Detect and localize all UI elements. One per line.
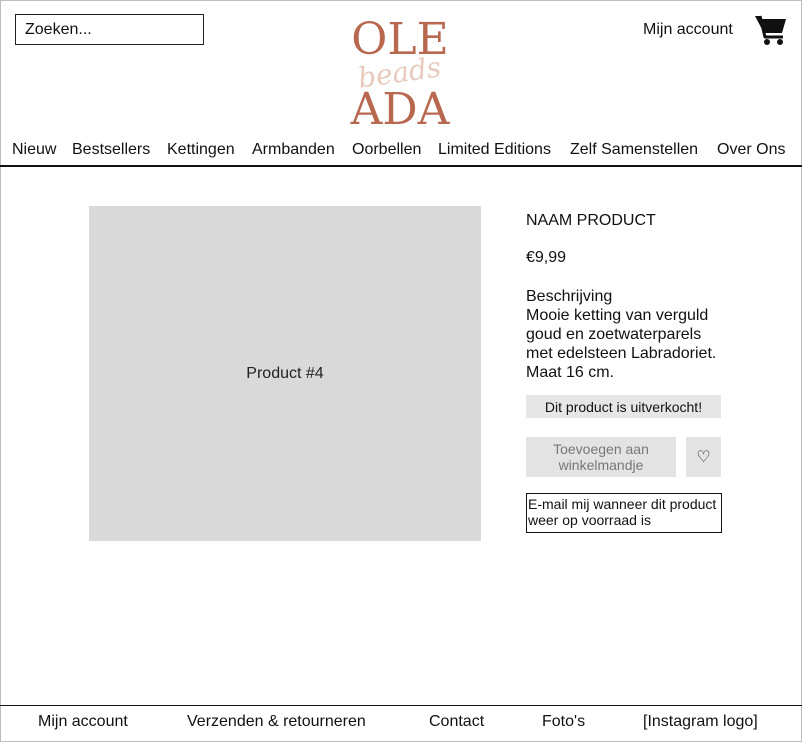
brand-logo[interactable]: OLE beads ADA [334,10,466,128]
nav-item-bestsellers[interactable]: Bestsellers [72,141,150,159]
shopping-cart-icon[interactable] [754,14,788,46]
footer-link-account[interactable]: Mijn account [38,713,128,731]
product-name: NAAM PRODUCT [526,212,656,229]
footer-link-photos[interactable]: Foto's [542,713,585,731]
logo-line2: ADA [350,84,451,128]
product-price: €9,99 [526,249,567,266]
account-link[interactable]: Mijn account [643,21,733,39]
add-to-cart-button[interactable]: Toevoegen aan winkelmandje [526,437,676,477]
product-description: Beschrijving Mooie ketting van verguld g… [526,287,726,382]
search-input[interactable] [15,14,204,45]
product-image-label: Product #4 [246,364,324,382]
nav-item-over-ons[interactable]: Over Ons [717,141,785,159]
nav-item-nieuw[interactable]: Nieuw [12,141,56,159]
notify-me-button[interactable]: E-mail mij wanneer dit product weer op v… [526,493,722,533]
nav-item-kettingen[interactable]: Kettingen [167,141,235,159]
nav-item-zelf-samenstellen[interactable]: Zelf Samenstellen [570,141,698,159]
footer-divider [0,705,802,706]
product-image: Product #4 [89,206,481,541]
nav-item-oorbellen[interactable]: Oorbellen [352,141,421,159]
heart-icon: ♡ [696,449,711,466]
footer-link-instagram[interactable]: [Instagram logo] [643,713,758,731]
description-title: Beschrijving [526,288,613,305]
nav-item-armbanden[interactable]: Armbanden [252,141,335,159]
footer-link-contact[interactable]: Contact [429,713,484,731]
soldout-badge: Dit product is uitverkocht! [526,395,721,418]
nav-item-limited-editions[interactable]: Limited Editions [438,141,551,159]
footer-link-shipping[interactable]: Verzenden & retourneren [187,713,366,731]
description-text: Mooie ketting van verguld goud en zoetwa… [526,307,717,381]
favorite-button[interactable]: ♡ [686,437,721,477]
main-nav: Nieuw Bestsellers Kettingen Armbanden Oo… [0,141,802,167]
